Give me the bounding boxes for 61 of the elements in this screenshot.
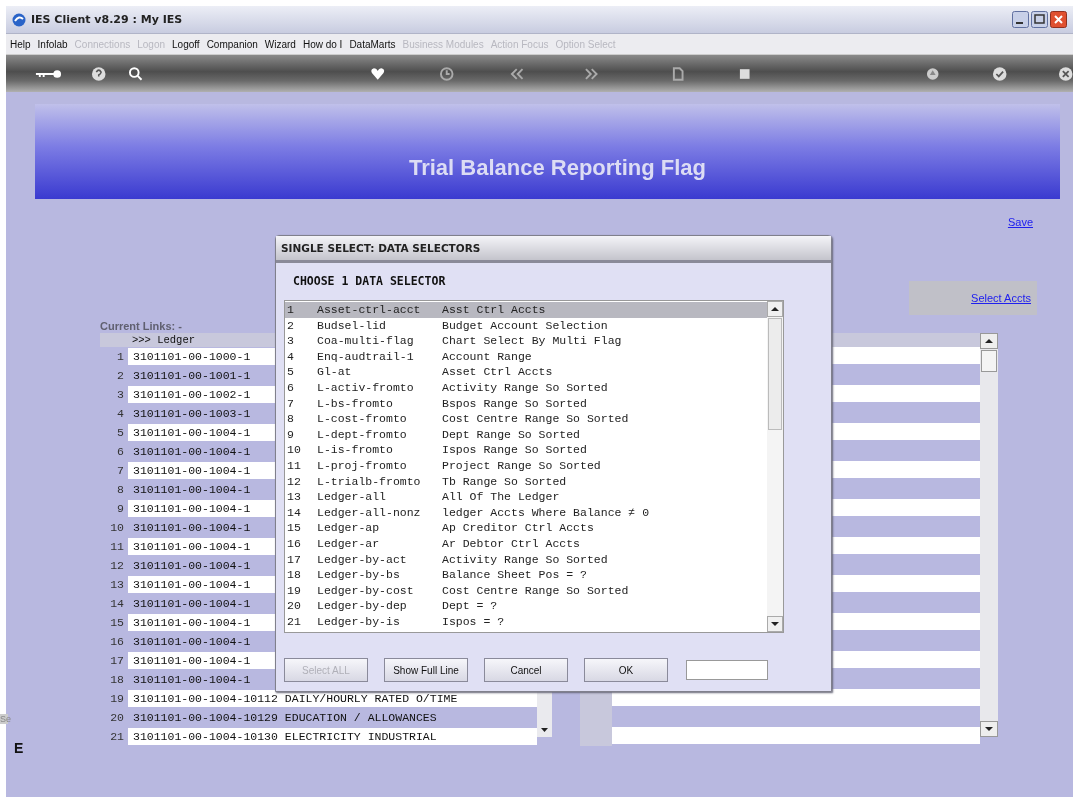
list-item[interactable]: 3 Coa-multi-flag Chart Select By Multi Flag <box>285 333 767 349</box>
close-icon[interactable] <box>1057 65 1073 82</box>
menu-item[interactable]: Logoff <box>172 38 200 50</box>
maximize-icon[interactable] <box>1031 11 1048 28</box>
dialog-button[interactable]: Cancel <box>484 658 568 682</box>
scroll-down-icon <box>980 721 998 737</box>
scroll-thumb[interactable] <box>768 318 782 430</box>
scroll-down-icon <box>767 616 783 632</box>
scrollbar[interactable] <box>767 301 783 632</box>
menu-item[interactable]: Help <box>10 38 31 50</box>
list-item[interactable]: 9 L-dept-fromto Dept Range So Sorted <box>285 426 767 443</box>
dialog-title: SINGLE SELECT: DATA SELECTORS <box>276 236 831 263</box>
list-item[interactable]: 15 Ledger-ap Ap Creditor Ctrl Accts <box>285 520 767 536</box>
list-item[interactable]: 1 Asset-ctrl-acct Asst Ctrl Accts <box>285 302 767 318</box>
list-item[interactable]: 3101101-00-1004-10112 DAILY/HOURLY RATED O/TIME <box>128 690 537 707</box>
select-accounts-link[interactable]: Select Accts <box>971 292 1031 304</box>
current-links-label: Current Links: - <box>100 320 182 332</box>
save-link[interactable]: Save <box>1007 216 1033 228</box>
window-title: IES Client v8.29 : My IES <box>31 13 184 26</box>
menu-item[interactable]: Companion <box>206 38 258 50</box>
menu-item[interactable]: Wizard <box>264 38 296 50</box>
list-item[interactable]: 11 L-proj-fromto Project Range So Sorted <box>285 457 767 474</box>
menu-item[interactable]: How do I <box>302 38 343 50</box>
list-item[interactable]: 18 Ledger-by-bs Balance Sheet Pos = ? <box>285 567 767 583</box>
close-icon[interactable] <box>1050 11 1067 28</box>
list-item[interactable]: 2 Budsel-lid Budget Account Selection <box>285 317 767 334</box>
list-item[interactable]: 20 Ledger-by-dep Dept = ? <box>285 598 767 614</box>
list-item[interactable]: 14 Ledger-all-nonz ledger Accts Where Balance ≠ 0 <box>285 504 767 521</box>
list-item[interactable]: 21 Ledger-by-is Ispos = ? <box>285 613 767 630</box>
list-item[interactable]: 3101101-00-1004-10130 ELECTRICITY INDUSTRIAL <box>128 728 537 745</box>
menu-item[interactable]: Infolab <box>37 38 68 50</box>
help-icon[interactable] <box>91 65 107 82</box>
banner-title: Trial Balance Reporting Flag <box>408 155 707 181</box>
list-item[interactable]: 6 L-activ-fromto Activity Range So Sorted <box>285 379 767 396</box>
check-icon[interactable] <box>992 65 1008 82</box>
column-header: >>> Ledger <box>132 334 195 346</box>
list-item[interactable]: 5 Gl-at Asset Ctrl Accts <box>285 364 767 380</box>
list-item[interactable]: 8 L-cost-fromto Cost Centre Range So Sorted <box>285 411 767 427</box>
input-field[interactable] <box>686 660 768 680</box>
list-item[interactable]: 12 L-trialb-fromto Tb Range So Sorted <box>285 473 767 490</box>
side-panel-mark: E <box>14 740 24 756</box>
list-item[interactable]: 4 Enq-audtrail-1 Account Range <box>285 348 767 365</box>
app-icon <box>12 12 26 27</box>
scrollbar[interactable] <box>980 333 998 737</box>
minimize-icon[interactable] <box>1012 11 1029 28</box>
list-item[interactable]: 17 Ledger-by-act Activity Range So Sorted <box>285 551 767 568</box>
list-item[interactable]: 7 L-bs-fromto Bspos Range So Sorted <box>285 395 767 412</box>
heart-icon[interactable] <box>369 65 386 82</box>
search-icon[interactable] <box>128 65 144 82</box>
menu-item[interactable]: DataMarts <box>349 38 396 50</box>
list-item[interactable]: 13 Ledger-all All Of The Ledger <box>285 489 767 505</box>
clock-icon[interactable] <box>439 65 455 82</box>
dialog-button[interactable]: OK <box>584 658 668 682</box>
scroll-up-icon <box>980 333 998 349</box>
scroll-thumb[interactable] <box>981 350 997 372</box>
list-item[interactable]: 19 Ledger-by-cost Cost Centre Range So Sorted <box>285 582 767 599</box>
list-item[interactable]: 10 L-is-fromto Ispos Range So Sorted <box>285 442 767 458</box>
dialog-button[interactable]: Show Full Line <box>384 658 468 682</box>
dialog-heading: CHOOSE 1 DATA SELECTOR <box>293 274 447 290</box>
list-item[interactable]: 16 Ledger-ar Ar Debtor Ctrl Accts <box>285 535 767 552</box>
scroll-up-icon <box>767 301 783 317</box>
